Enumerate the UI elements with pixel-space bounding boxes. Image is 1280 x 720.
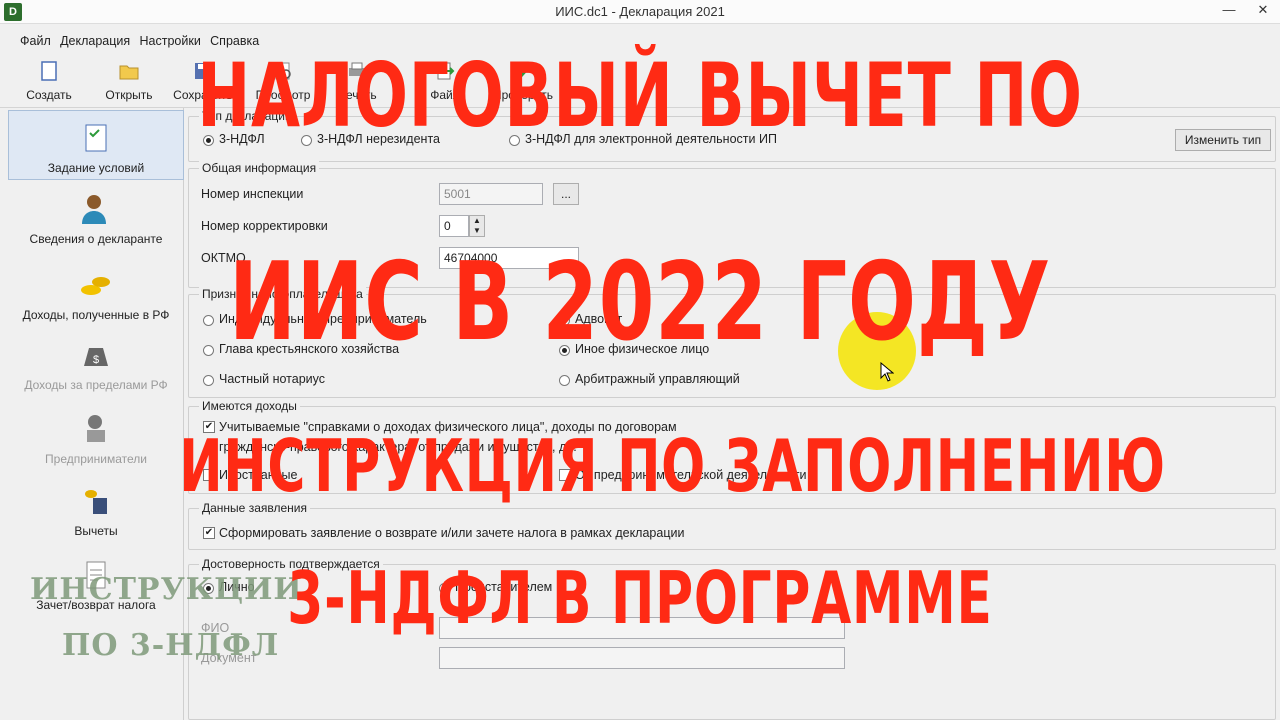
sidebar-item-deductions[interactable]: Вычеты bbox=[8, 484, 184, 548]
inspection-browse-button[interactable]: ... bbox=[553, 183, 579, 205]
entrepreneur-icon bbox=[87, 415, 105, 442]
calculator-icon bbox=[85, 490, 107, 514]
stepper-arrows-icon[interactable]: ▲ ▼ bbox=[469, 215, 485, 237]
open-label: Открыть bbox=[105, 88, 153, 102]
coins-icon bbox=[81, 277, 110, 295]
radio-label: Арбитражный управляющий bbox=[575, 372, 740, 386]
overlay-title-line-3: ИНСТРУКЦИЯ ПО ЗАПОЛНЕНИЮ bbox=[179, 424, 1166, 508]
mouse-pointer-icon bbox=[880, 362, 894, 382]
close-icon[interactable]: ✕ bbox=[1246, 0, 1280, 22]
inspection-label: Номер инспекции bbox=[201, 187, 304, 201]
correction-stepper[interactable]: 0 bbox=[439, 215, 469, 237]
menu-file[interactable]: Файл bbox=[20, 30, 51, 52]
sidebar-item-label: Доходы за пределами РФ bbox=[24, 378, 168, 392]
correction-label: Номер корректировки bbox=[201, 219, 328, 233]
create-label: Создать bbox=[26, 88, 72, 102]
checkbox-label: Сформировать заявление о возврате и/или … bbox=[219, 526, 685, 540]
create-button[interactable]: Создать bbox=[14, 60, 84, 102]
sidebar-item-label: Сведения о декларанте bbox=[29, 232, 163, 246]
sidebar-item-income-abroad[interactable]: $ Доходы за пределами РФ bbox=[8, 338, 184, 402]
group-label: Общая информация bbox=[199, 161, 320, 175]
checklist-icon bbox=[85, 124, 107, 152]
tp-radio-6[interactable] bbox=[559, 375, 570, 386]
sidebar-item-income-rf[interactable]: Доходы, полученные в РФ bbox=[8, 268, 184, 332]
sidebar-item-declarant[interactable]: Сведения о декларанте bbox=[8, 192, 184, 256]
overlay-title-line-4: 3-НДФЛ В ПРОГРАММЕ bbox=[287, 556, 993, 640]
sidebar-item-label: Предприниматели bbox=[45, 452, 147, 466]
app-window: D ИИС.dc1 - Декларация 2021 — ✕ Файл Дек… bbox=[0, 0, 1280, 720]
sidebar-item-label: Задание условий bbox=[47, 161, 145, 175]
sidebar-item-entrepreneurs[interactable]: Предприниматели bbox=[8, 412, 184, 476]
person-icon bbox=[82, 195, 106, 224]
radio-label: Частный нотариус bbox=[219, 372, 326, 386]
group-label: Имеются доходы bbox=[199, 399, 300, 413]
new-document-icon bbox=[41, 61, 57, 81]
tp-radio-3[interactable] bbox=[203, 375, 214, 386]
sidebar-item-conditions[interactable]: Задание условий bbox=[8, 110, 184, 180]
sidebar-item-label: Доходы, полученные в РФ bbox=[22, 308, 170, 322]
overlay-title-line-2: ИИС В 2022 ГОДУ bbox=[228, 240, 1052, 365]
application-group: Данные заявления ✔ Сформировать заявлени… bbox=[188, 501, 1276, 550]
menu-declaration[interactable]: Декларация bbox=[60, 30, 130, 52]
inspection-input[interactable]: 5001 bbox=[439, 183, 543, 205]
application-checkbox[interactable]: ✔ bbox=[203, 527, 215, 539]
minimize-icon[interactable]: — bbox=[1212, 0, 1246, 22]
folder-icon bbox=[119, 65, 139, 80]
sidebar-item-label: Вычеты bbox=[74, 524, 118, 538]
svg-text:$: $ bbox=[93, 354, 99, 366]
money-bag-icon: $ bbox=[84, 348, 108, 366]
change-type-button[interactable]: Изменить тип bbox=[1175, 129, 1271, 151]
document-input[interactable] bbox=[439, 647, 845, 669]
window-title: ИИС.dc1 - Декларация 2021 bbox=[555, 4, 725, 19]
overlay-title-line-1: НАЛОГОВЫЙ ВЫЧЕТ ПО bbox=[197, 44, 1083, 147]
open-button[interactable]: Открыть bbox=[94, 60, 164, 102]
title-bar: D ИИС.dc1 - Декларация 2021 — ✕ bbox=[0, 0, 1280, 24]
